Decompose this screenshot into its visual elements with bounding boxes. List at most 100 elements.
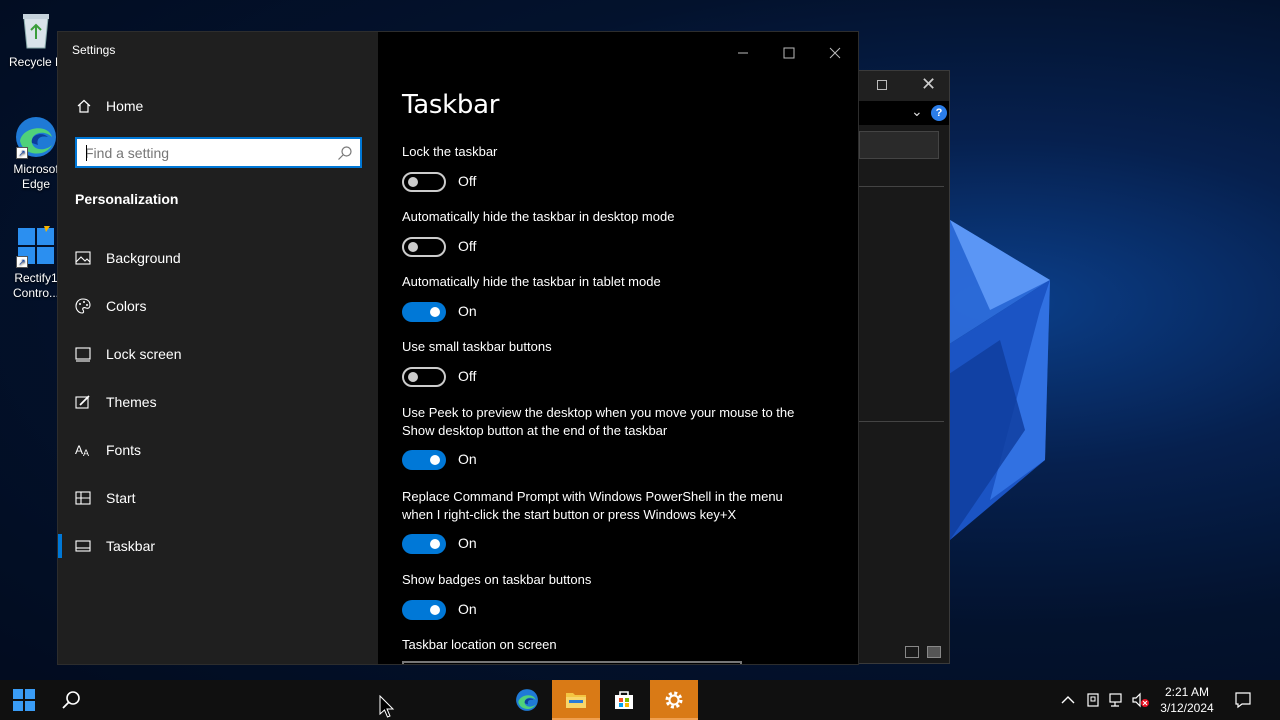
sidebar-item-label: Fonts bbox=[106, 442, 142, 458]
sidebar-item-lock-screen[interactable]: Lock screen bbox=[58, 334, 378, 374]
large-icons-view-icon[interactable] bbox=[927, 646, 941, 658]
start-icon bbox=[75, 491, 91, 505]
help-icon[interactable]: ? bbox=[931, 105, 947, 121]
taskbar-file-explorer-button[interactable] bbox=[552, 680, 600, 720]
taskbar-store-button[interactable] bbox=[600, 680, 648, 720]
notification-icon[interactable] bbox=[1234, 691, 1252, 720]
active-indicator bbox=[58, 534, 62, 558]
chevron-down-icon[interactable]: ⌄ bbox=[911, 103, 923, 120]
divider bbox=[859, 421, 944, 422]
taskbar-search-button[interactable] bbox=[48, 680, 96, 720]
setting-label-line-2: when I right-click the start button or p… bbox=[402, 507, 737, 522]
toggle-row: On bbox=[402, 450, 602, 470]
setting-label: Use small taskbar buttons bbox=[402, 339, 552, 354]
toggle-row: Off bbox=[402, 172, 602, 192]
device-icon[interactable] bbox=[1085, 692, 1101, 720]
toggle-switch[interactable] bbox=[402, 237, 446, 257]
fonts-icon: AA bbox=[75, 443, 89, 458]
chevron-up-icon[interactable] bbox=[1060, 692, 1076, 720]
setting-label: Lock the taskbar bbox=[402, 144, 498, 159]
mouse-cursor-icon bbox=[379, 695, 395, 718]
minimize-icon bbox=[738, 52, 748, 54]
sidebar-item-label: Taskbar bbox=[106, 538, 156, 554]
close-button[interactable] bbox=[812, 38, 858, 68]
home-icon bbox=[77, 99, 91, 113]
store-icon bbox=[615, 691, 633, 709]
setting-autohide-tablet: Automatically hide the taskbar in tablet… bbox=[402, 273, 842, 322]
svg-text:A: A bbox=[83, 448, 89, 458]
start-icon bbox=[13, 689, 35, 711]
toggle-switch[interactable] bbox=[402, 367, 446, 387]
setting-label-line-2: Show desktop button at the end of the ta… bbox=[402, 423, 668, 438]
settings-sidebar: Settings Home Personalization Background… bbox=[58, 32, 378, 664]
file-explorer-icon bbox=[566, 693, 586, 708]
clock-time: 2:21 AM bbox=[1164, 685, 1210, 699]
text-caret bbox=[86, 145, 87, 161]
toggle-state: On bbox=[458, 451, 477, 467]
taskbar-location-dropdown[interactable] bbox=[402, 661, 742, 664]
toggle-switch[interactable] bbox=[402, 534, 446, 554]
shortcut-arrow-icon: ↗ bbox=[16, 147, 28, 159]
setting-badges: Show badges on taskbar buttons On bbox=[402, 571, 842, 620]
toggle-row: On bbox=[402, 534, 602, 554]
toggle-knob bbox=[408, 177, 418, 187]
brush-icon bbox=[75, 395, 90, 409]
sidebar-item-start[interactable]: Start bbox=[58, 478, 378, 518]
sidebar-item-background[interactable]: Background bbox=[58, 238, 378, 278]
toggle-state: On bbox=[458, 535, 477, 551]
search-input[interactable] bbox=[85, 143, 325, 163]
toggle-knob bbox=[430, 455, 440, 465]
volume-muted-icon[interactable] bbox=[1131, 692, 1151, 720]
picture-icon bbox=[75, 251, 91, 265]
toggle-state: Off bbox=[458, 238, 477, 254]
start-button[interactable] bbox=[0, 680, 48, 720]
shortcut-arrow-icon: ↗ bbox=[16, 256, 28, 268]
sidebar-item-fonts[interactable]: AA Fonts bbox=[58, 430, 378, 470]
toggle-state: On bbox=[458, 601, 477, 617]
sidebar-item-label: Lock screen bbox=[106, 346, 182, 362]
toggle-row: Off bbox=[402, 237, 602, 257]
toggle-knob bbox=[430, 307, 440, 317]
search-box[interactable] bbox=[75, 137, 362, 168]
nav-home-label: Home bbox=[106, 98, 144, 114]
sidebar-item-label: Themes bbox=[106, 394, 157, 410]
window-title: Settings bbox=[72, 43, 116, 57]
setting-label: Show badges on taskbar buttons bbox=[402, 572, 592, 587]
setting-label: Automatically hide the taskbar in tablet… bbox=[402, 274, 661, 289]
maximize-icon bbox=[783, 47, 795, 59]
search-icon bbox=[62, 691, 80, 709]
taskbar-clock[interactable]: 2:21 AM 3/12/2024 bbox=[1150, 684, 1224, 716]
nav-home[interactable]: Home bbox=[58, 94, 378, 118]
toggle-row: On bbox=[402, 302, 602, 322]
toggle-switch[interactable] bbox=[402, 172, 446, 192]
details-view-icon[interactable] bbox=[905, 646, 919, 658]
sidebar-item-themes[interactable]: Themes bbox=[58, 382, 378, 422]
setting-small-buttons: Use small taskbar buttons Off bbox=[402, 338, 842, 387]
toggle-switch[interactable] bbox=[402, 302, 446, 322]
toggle-state: Off bbox=[458, 368, 477, 384]
toggle-switch[interactable] bbox=[402, 450, 446, 470]
settings-window[interactable]: Settings Home Personalization Background… bbox=[57, 31, 859, 665]
setting-label-line-1: Use Peek to preview the desktop when you… bbox=[402, 405, 795, 420]
toggle-knob bbox=[430, 539, 440, 549]
sidebar-item-colors[interactable]: Colors bbox=[58, 286, 378, 326]
toggle-switch[interactable] bbox=[402, 600, 446, 620]
recycle-bin-icon bbox=[14, 8, 58, 52]
setting-label: Automatically hide the taskbar in deskto… bbox=[402, 209, 675, 224]
setting-powershell: Replace Command Prompt with Windows Powe… bbox=[402, 488, 842, 554]
search-icon[interactable] bbox=[337, 145, 353, 161]
network-icon[interactable] bbox=[1108, 692, 1124, 720]
edge-icon: ↗ bbox=[14, 115, 58, 159]
toggle-row: Off bbox=[402, 367, 602, 387]
toggle-knob bbox=[408, 242, 418, 252]
taskbar-edge-button[interactable] bbox=[503, 680, 551, 720]
settings-content: Taskbar Lock the taskbar Off Automatical… bbox=[378, 32, 858, 664]
sidebar-item-label: Colors bbox=[106, 298, 147, 314]
close-icon[interactable]: ✕ bbox=[921, 74, 936, 95]
taskbar-settings-button[interactable] bbox=[650, 680, 698, 720]
maximize-button[interactable] bbox=[766, 38, 812, 68]
background-window-search[interactable] bbox=[859, 131, 939, 159]
sidebar-item-taskbar[interactable]: Taskbar bbox=[58, 526, 378, 566]
minimize-button[interactable] bbox=[720, 38, 766, 68]
maximize-icon[interactable] bbox=[877, 80, 887, 90]
